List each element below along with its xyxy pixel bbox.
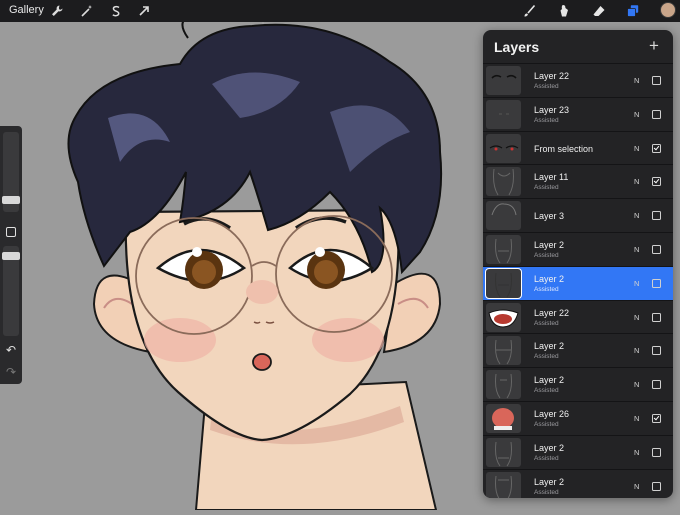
blend-mode-button[interactable]: N (634, 313, 639, 322)
visibility-checkbox[interactable] (652, 76, 661, 85)
blend-mode-button[interactable]: N (634, 380, 639, 389)
layer-name: Layer 2 (534, 375, 565, 386)
blend-mode-button[interactable]: N (634, 414, 639, 423)
layer-thumbnail (486, 201, 521, 231)
blend-mode-button[interactable]: N (634, 448, 639, 457)
layer-thumbnail (486, 133, 521, 163)
layer-row[interactable]: Layer 2 Assisted N (483, 468, 673, 498)
visibility-checkbox[interactable] (652, 244, 661, 254)
layer-thumbnail (486, 437, 521, 467)
layer-row[interactable]: Layer 2 Assisted N (483, 265, 673, 300)
layer-subtitle: Assisted (534, 420, 559, 428)
layer-subtitle: Assisted (534, 251, 559, 259)
layer-name: Layer 2 (534, 442, 565, 453)
layer-thumbnail (486, 302, 521, 332)
undo-icon[interactable]: ↶ (3, 342, 19, 358)
layer-subtitle: Assisted (534, 83, 559, 90)
visibility-checkbox[interactable] (652, 143, 661, 153)
brush-size-thumb[interactable] (2, 196, 20, 204)
layer-name: Layer 22 (534, 71, 570, 81)
layer-name: Layer 26 (534, 408, 570, 419)
layers-panel: Layers + Layer 22 Assisted N Layer 23 Assist… (483, 30, 673, 498)
layer-thumbnail (486, 471, 521, 498)
brush-opacity-slider[interactable] (2, 246, 20, 336)
redo-icon[interactable]: ↷ (3, 364, 19, 380)
layer-name: Layer 3 (534, 211, 565, 222)
layer-name: Layer 2 (534, 476, 565, 487)
blend-mode-button[interactable]: N (634, 211, 639, 220)
layer-name: Layer 2 (534, 273, 565, 284)
layer-subtitle: Assisted (534, 454, 559, 462)
layer-subtitle: Assisted (534, 319, 559, 327)
visibility-checkbox[interactable] (652, 447, 661, 457)
visibility-checkbox[interactable] (652, 109, 661, 119)
layer-subtitle: Assisted (534, 285, 559, 293)
visibility-checkbox[interactable] (652, 413, 661, 423)
move-arrow-icon[interactable] (136, 3, 152, 19)
layer-row[interactable]: Layer 22 Assisted N (483, 299, 673, 334)
layer-list: Layer 22 Assisted N Layer 23 Assisted N From s… (483, 63, 673, 498)
brush-opacity-thumb[interactable] (2, 252, 20, 260)
smudge-icon[interactable] (556, 3, 572, 19)
layer-row[interactable]: Layer 2 Assisted N (483, 231, 673, 266)
visibility-checkbox[interactable] (652, 211, 661, 221)
visibility-checkbox[interactable] (652, 346, 661, 356)
visibility-checkbox[interactable] (652, 177, 661, 187)
blend-mode-button[interactable]: N (634, 245, 639, 254)
plus-icon[interactable]: + (645, 36, 663, 56)
selection-s-icon[interactable] (108, 3, 124, 19)
layer-name: Layer 11 (534, 172, 569, 183)
layer-subtitle: Assisted (534, 488, 559, 496)
layer-thumbnail (486, 370, 521, 400)
blend-mode-button[interactable]: N (634, 144, 639, 153)
layer-row[interactable]: Layer 2 Assisted N (483, 367, 673, 401)
gallery-button[interactable]: Gallery (9, 4, 44, 16)
layer-subtitle: Assisted (534, 353, 559, 361)
layer-thumbnail (486, 336, 521, 366)
layer-subtitle: Assisted (534, 184, 559, 192)
layer-name: Layer 22 (534, 307, 570, 318)
layer-thumbnail (486, 167, 521, 197)
layer-name: Layer 23 (534, 104, 570, 115)
magic-wand-icon[interactable] (79, 3, 95, 19)
wrench-icon[interactable] (49, 3, 65, 19)
layer-row[interactable]: Layer 26 Assisted N (483, 400, 673, 435)
eraser-icon[interactable] (591, 3, 607, 19)
modifier-square-icon[interactable] (6, 227, 16, 237)
top-toolbar: Gallery (0, 0, 680, 22)
blend-mode-button[interactable]: N (634, 346, 639, 355)
blend-mode-button[interactable]: N (634, 177, 639, 186)
brush-sidebar: ↶ ↷ (0, 126, 22, 384)
layer-name: Layer 2 (534, 341, 565, 352)
blend-mode-button[interactable]: N (634, 482, 639, 491)
blend-mode-button[interactable]: N (634, 110, 639, 119)
brush-icon[interactable] (521, 3, 537, 19)
layer-thumbnail (485, 267, 522, 299)
layer-row[interactable]: Layer 2 Assisted N (483, 333, 673, 367)
layers-icon[interactable] (625, 3, 641, 19)
layer-name: From selection (534, 143, 594, 154)
visibility-checkbox[interactable] (652, 312, 661, 322)
layer-row[interactable]: Layer 3 N (483, 198, 673, 232)
layer-subtitle: Assisted (534, 116, 559, 124)
layer-row[interactable]: Layer 11 Assisted N (483, 164, 673, 198)
visibility-checkbox[interactable] (652, 380, 661, 390)
layer-row[interactable]: Layer 2 Assisted N (483, 434, 673, 469)
color-swatch-icon[interactable] (660, 2, 676, 18)
layer-subtitle: Assisted (534, 387, 559, 395)
layers-panel-title: Layers (494, 39, 540, 55)
layer-row[interactable]: Layer 23 Assisted N (483, 96, 673, 131)
visibility-checkbox[interactable] (652, 278, 661, 288)
brush-size-slider[interactable] (2, 132, 20, 212)
layer-thumbnail (486, 66, 521, 95)
layer-row[interactable]: From selection N (483, 130, 673, 165)
blend-mode-button[interactable]: N (634, 279, 639, 288)
layer-thumbnail (486, 99, 521, 129)
layer-thumbnail (486, 403, 521, 433)
layer-row[interactable]: Layer 22 Assisted N (483, 63, 673, 97)
layer-thumbnail (486, 234, 521, 264)
blend-mode-button[interactable]: N (634, 76, 639, 85)
visibility-checkbox[interactable] (652, 481, 661, 491)
layer-name: Layer 2 (534, 239, 565, 250)
